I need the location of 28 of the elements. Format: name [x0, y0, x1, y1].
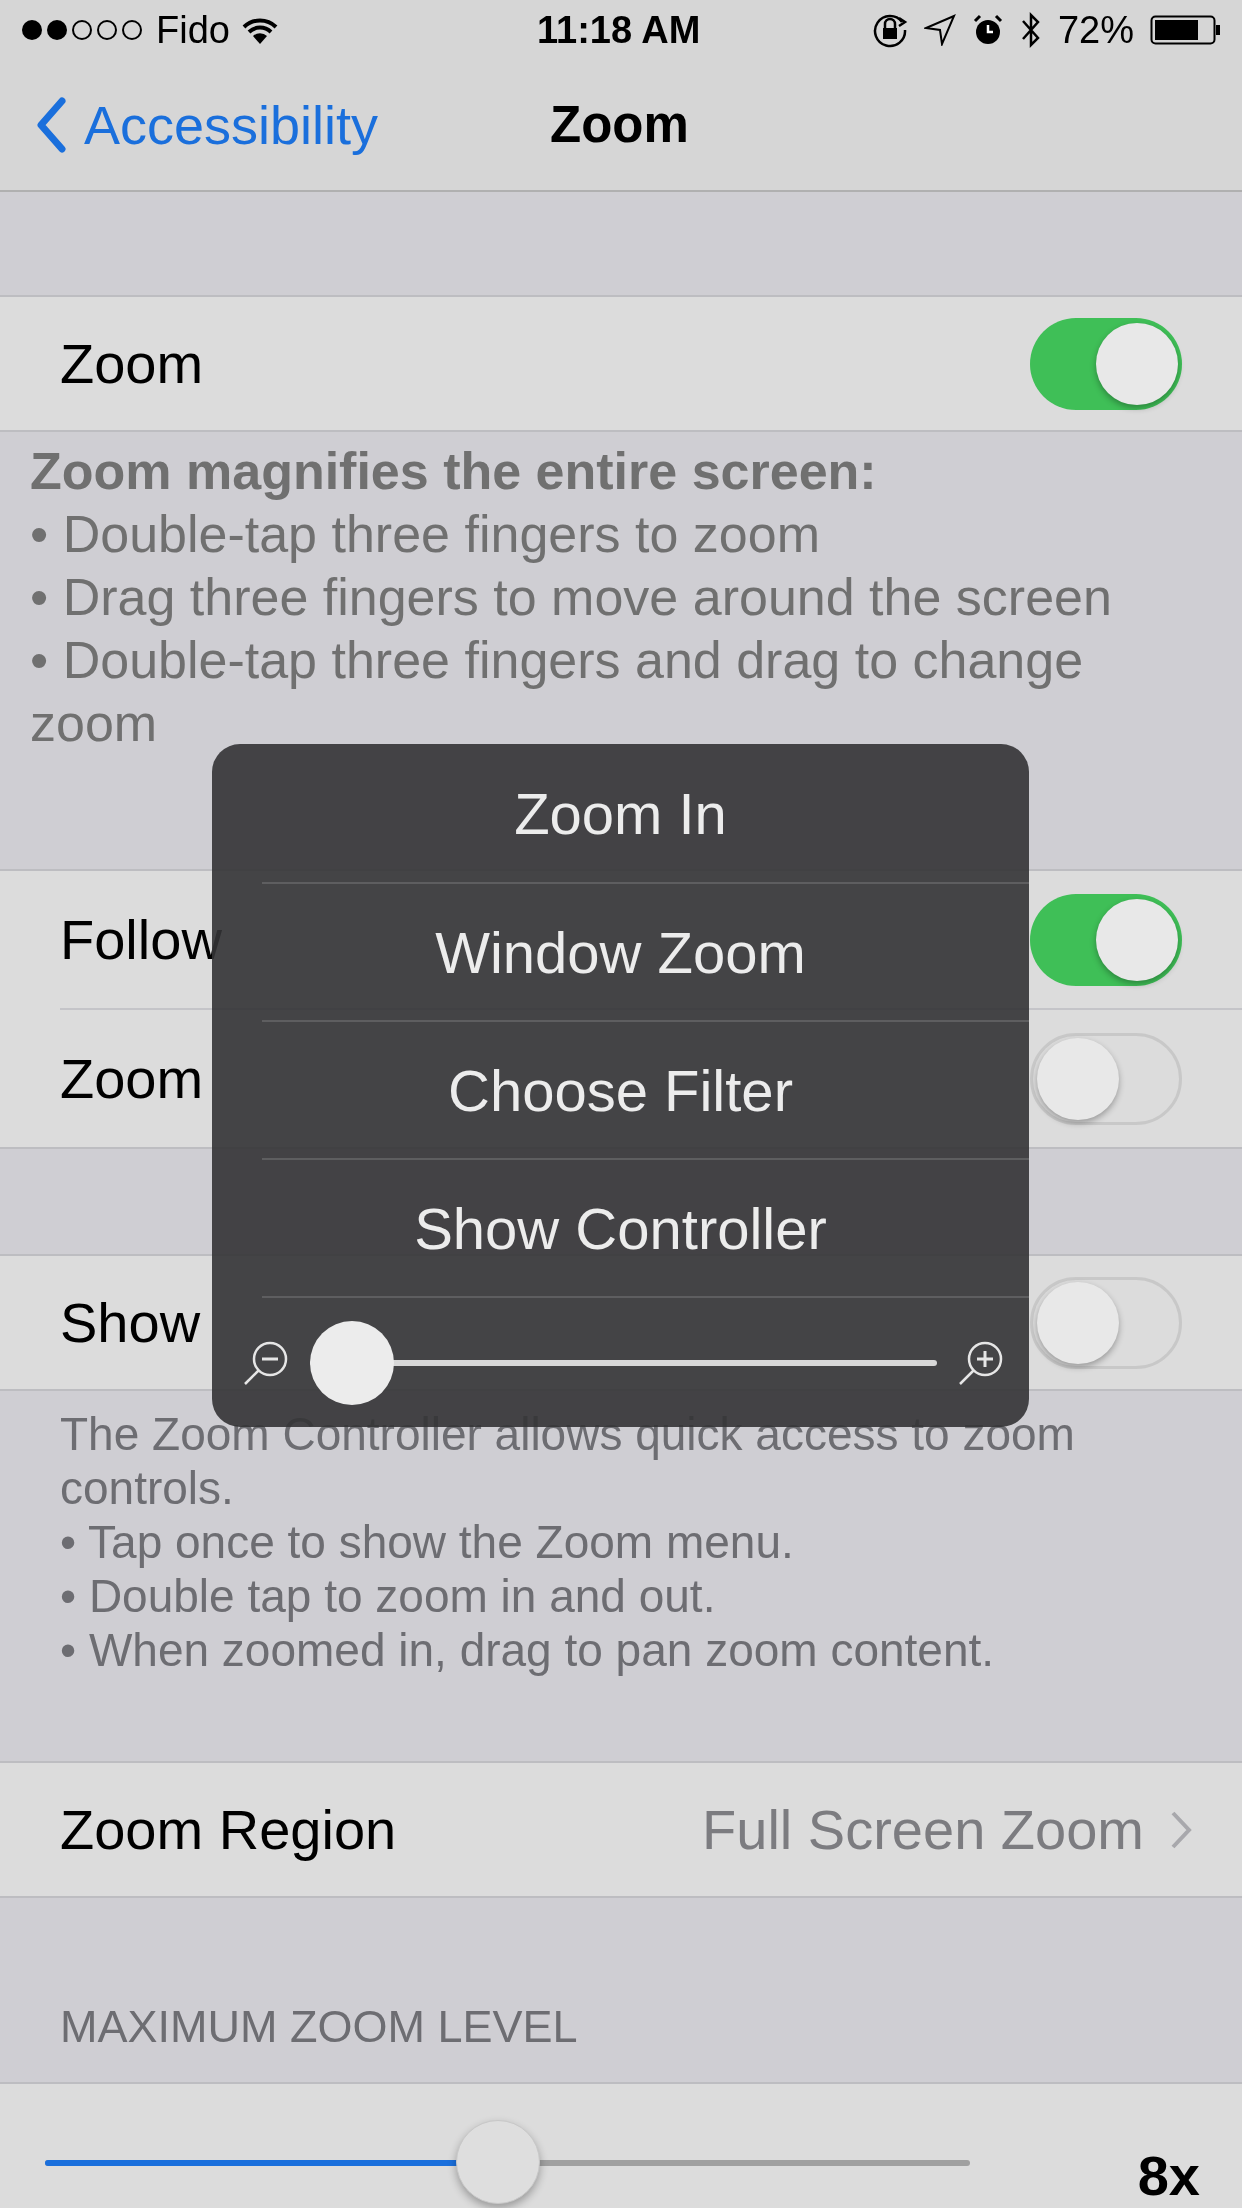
row-label: Zoom	[60, 1045, 204, 1112]
zoom-level-slider[interactable]	[45, 2120, 970, 2206]
carrier-name: Fido	[156, 7, 230, 53]
chevron-right-icon	[1170, 1809, 1192, 1850]
page-title: Zoom	[550, 94, 689, 155]
battery-percentage: 72%	[1057, 7, 1134, 53]
section-header: MAXIMUM ZOOM LEVEL	[60, 1999, 578, 2054]
zoom-region-row[interactable]: Zoom Region Full Screen Zoom	[0, 1761, 1242, 1898]
location-arrow-icon	[923, 14, 956, 46]
menu-item[interactable]: Choose Filter	[212, 1022, 1029, 1158]
menu-item[interactable]: Show Controller	[212, 1160, 1029, 1296]
clock-time: 11:18 AM	[537, 7, 701, 53]
toggle-switch[interactable]	[1030, 893, 1182, 986]
slider-thumb[interactable]	[456, 2120, 541, 2204]
toggle-switch[interactable]	[1030, 1276, 1182, 1369]
row-label: Zoom Region	[60, 1796, 397, 1863]
menu-item[interactable]: Window Zoom	[212, 884, 1029, 1020]
toggle-switch[interactable]	[1030, 1032, 1182, 1125]
magnification-slider[interactable]	[310, 1320, 937, 1405]
row-label: Show	[60, 1289, 201, 1356]
bluetooth-icon	[1019, 11, 1042, 49]
zoom-level-value: 8x	[1137, 2143, 1200, 2208]
alarm-clock-icon	[971, 14, 1004, 46]
back-chevron-icon	[36, 97, 66, 153]
battery-icon	[1150, 15, 1222, 45]
row-label: Zoom	[60, 330, 204, 397]
rotation-lock-icon	[871, 12, 908, 48]
row-value: Full Screen Zoom	[702, 1796, 1144, 1863]
